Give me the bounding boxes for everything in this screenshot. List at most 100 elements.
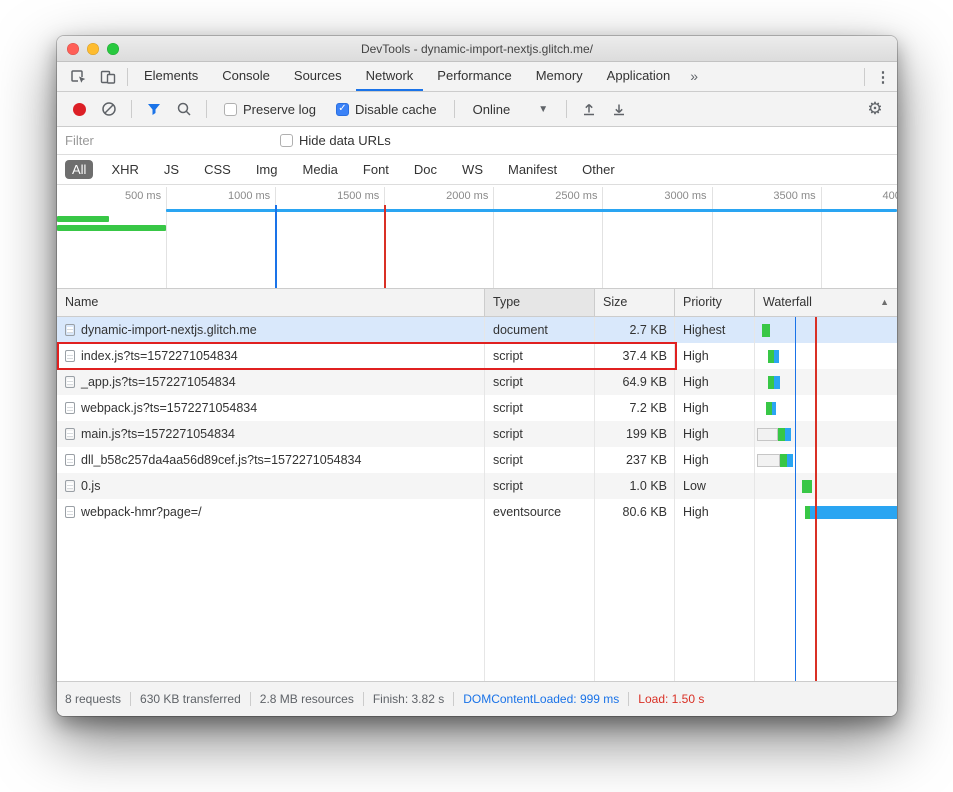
waterfall-load-line <box>815 317 817 681</box>
request-type: script <box>485 473 595 499</box>
close-button[interactable] <box>67 43 79 55</box>
waterfall-segment-green <box>780 454 787 467</box>
request-waterfall-cell <box>755 447 897 473</box>
table-row[interactable]: webpack-hmr?page=/ eventsource 80.6 KB H… <box>57 499 897 525</box>
hide-data-urls-checkbox[interactable]: Hide data URLs <box>280 133 391 148</box>
waterfall-bar[interactable] <box>757 454 793 467</box>
minimize-button[interactable] <box>87 43 99 55</box>
timeline-tick-label: 1000 ms <box>228 190 270 202</box>
checkbox-unchecked-icon <box>280 134 293 147</box>
filter-input[interactable] <box>65 133 225 148</box>
waterfall-bar[interactable] <box>805 506 897 519</box>
timeline-gridline <box>712 187 713 288</box>
chevron-down-icon: ▼ <box>538 104 548 115</box>
tab-sources[interactable]: Sources <box>284 62 352 91</box>
request-name: dll_b58c257da4aa56d89cef.js?ts=157227105… <box>81 447 361 473</box>
pill-css[interactable]: CSS <box>197 160 238 179</box>
request-name: webpack-hmr?page=/ <box>81 499 202 525</box>
status-separator <box>628 692 629 706</box>
table-row[interactable]: 0.js script 1.0 KB Low <box>57 473 897 499</box>
column-header-name[interactable]: Name <box>57 289 485 316</box>
toolbar-separator <box>206 100 207 118</box>
pill-js[interactable]: JS <box>157 160 186 179</box>
overview-strip[interactable]: 500 ms1000 ms1500 ms2000 ms2500 ms3000 m… <box>57 185 897 289</box>
waterfall-bar[interactable] <box>766 402 776 415</box>
pill-manifest[interactable]: Manifest <box>501 160 564 179</box>
request-name-cell: 0.js <box>57 473 485 499</box>
request-waterfall-cell <box>755 343 897 369</box>
waterfall-header-label: Waterfall <box>763 289 812 316</box>
request-name: webpack.js?ts=1572271054834 <box>81 395 257 421</box>
devtools-menu-button[interactable]: ⋮ <box>869 62 897 91</box>
preserve-log-checkbox[interactable]: Preserve log <box>224 102 316 117</box>
pill-doc[interactable]: Doc <box>407 160 444 179</box>
waterfall-segment-blue <box>772 402 776 415</box>
tab-elements[interactable]: Elements <box>134 62 208 91</box>
pill-all[interactable]: All <box>65 160 93 179</box>
filter-toggle-button[interactable] <box>142 97 166 121</box>
waterfall-bar[interactable] <box>768 350 779 363</box>
waterfall-bar[interactable] <box>802 480 812 493</box>
request-type: eventsource <box>485 499 595 525</box>
waterfall-bar[interactable] <box>757 428 791 441</box>
record-button[interactable] <box>67 97 91 121</box>
table-row[interactable]: dynamic-import-nextjs.glitch.me document… <box>57 317 897 343</box>
pill-media[interactable]: Media <box>295 160 344 179</box>
request-priority: High <box>675 343 755 369</box>
disable-cache-checkbox[interactable]: ✓ Disable cache <box>336 102 437 117</box>
inspect-element-button[interactable] <box>63 62 93 91</box>
preserve-log-label: Preserve log <box>243 102 316 117</box>
table-row[interactable]: main.js?ts=1572271054834 script 199 KB H… <box>57 421 897 447</box>
gear-icon: ⚙ <box>867 99 882 119</box>
resource-type-filter: All XHR JS CSS Img Media Font Doc WS Man… <box>57 155 897 185</box>
throttling-dropdown[interactable]: Online ▼ <box>473 102 548 117</box>
pill-other[interactable]: Other <box>575 160 622 179</box>
more-tabs-button[interactable]: » <box>682 62 706 91</box>
record-icon <box>73 103 86 116</box>
column-separator <box>594 317 595 681</box>
timeline-gridline <box>602 187 603 288</box>
pill-font[interactable]: Font <box>356 160 396 179</box>
clear-button[interactable] <box>97 97 121 121</box>
pill-xhr[interactable]: XHR <box>104 160 145 179</box>
network-settings-button[interactable]: ⚙ <box>863 97 887 121</box>
waterfall-bar[interactable] <box>768 376 780 389</box>
column-header-size[interactable]: Size <box>595 289 675 316</box>
waterfall-segment-green <box>778 428 785 441</box>
waterfall-bar[interactable] <box>762 324 770 337</box>
window-titlebar: DevTools - dynamic-import-nextjs.glitch.… <box>57 36 897 62</box>
tab-console[interactable]: Console <box>212 62 280 91</box>
tabbar-spacer <box>706 62 860 91</box>
column-header-priority[interactable]: Priority <box>675 289 755 316</box>
waterfall-segment-green <box>802 480 812 493</box>
table-row[interactable]: webpack.js?ts=1572271054834 script 7.2 K… <box>57 395 897 421</box>
throttling-value: Online <box>473 102 511 117</box>
table-row[interactable]: index.js?ts=1572271054834 script 37.4 KB… <box>57 343 897 369</box>
zoom-button[interactable] <box>107 43 119 55</box>
table-row[interactable]: _app.js?ts=1572271054834 script 64.9 KB … <box>57 369 897 395</box>
waterfall-segment-blue <box>787 454 793 467</box>
request-type: script <box>485 421 595 447</box>
tab-performance[interactable]: Performance <box>427 62 521 91</box>
tab-network[interactable]: Network <box>356 62 424 91</box>
tab-application[interactable]: Application <box>597 62 681 91</box>
hide-data-urls-label: Hide data URLs <box>299 133 391 148</box>
table-row[interactable]: dll_b58c257da4aa56d89cef.js?ts=157227105… <box>57 447 897 473</box>
toolbar-separator <box>566 100 567 118</box>
column-header-waterfall[interactable]: Waterfall ▲ <box>755 289 897 316</box>
import-har-button[interactable] <box>577 97 601 121</box>
request-name: dynamic-import-nextjs.glitch.me <box>81 317 257 343</box>
tab-memory[interactable]: Memory <box>526 62 593 91</box>
search-button[interactable] <box>172 97 196 121</box>
request-size: 2.7 KB <box>595 317 675 343</box>
request-name-cell: _app.js?ts=1572271054834 <box>57 369 485 395</box>
export-har-button[interactable] <box>607 97 631 121</box>
pill-img[interactable]: Img <box>249 160 285 179</box>
overview-activity-bar <box>57 216 109 222</box>
device-toolbar-button[interactable] <box>93 62 123 91</box>
pill-ws[interactable]: WS <box>455 160 490 179</box>
request-priority: Low <box>675 473 755 499</box>
request-size: 1.0 KB <box>595 473 675 499</box>
column-header-type[interactable]: Type <box>485 289 595 316</box>
status-separator <box>250 692 251 706</box>
